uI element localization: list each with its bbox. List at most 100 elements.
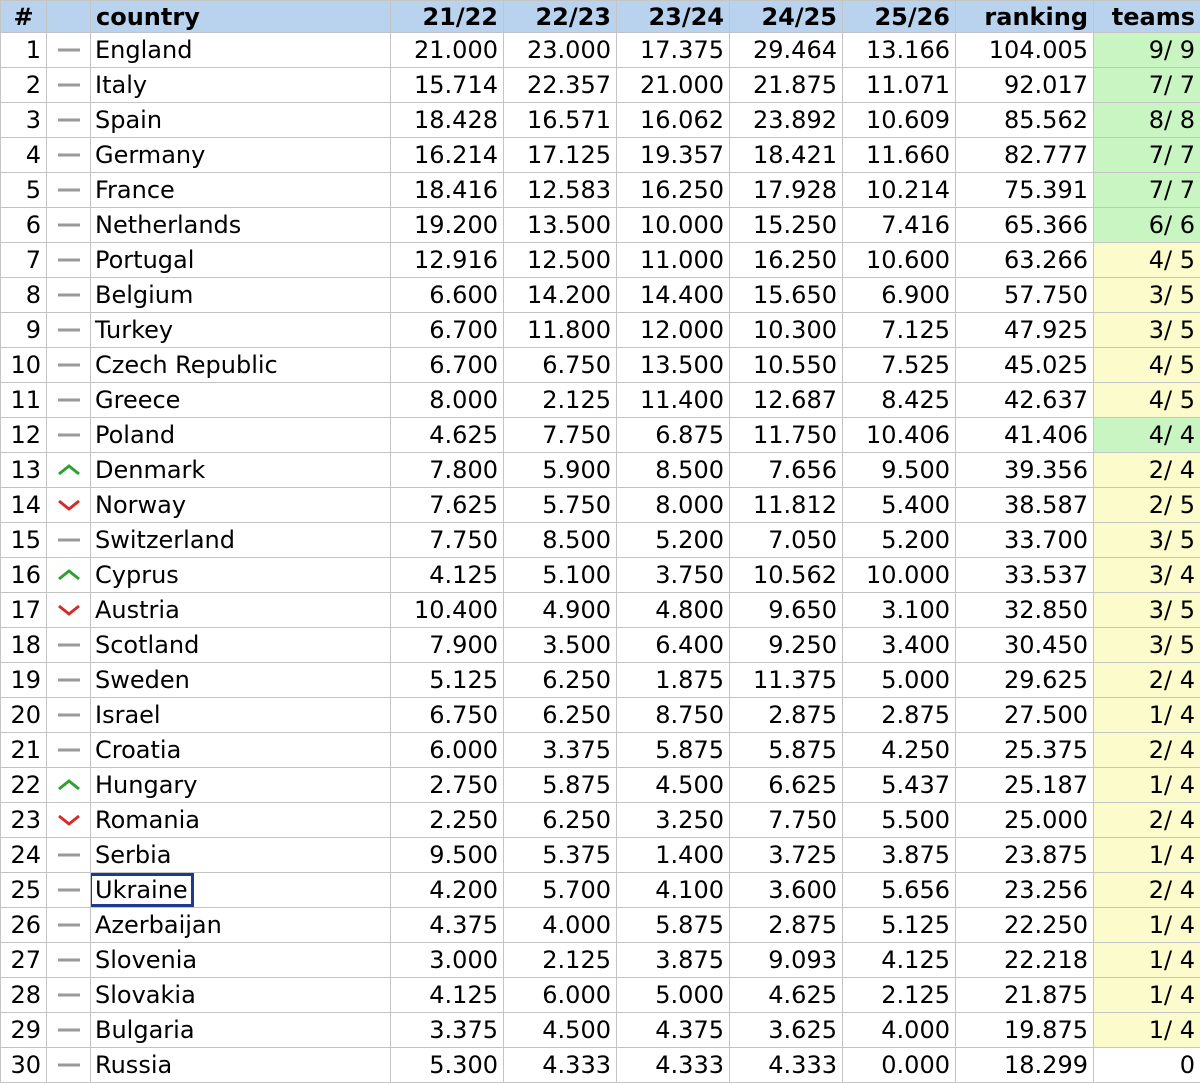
table-row[interactable]: 28 Slovakia 4.125 6.000 5.000 4.625 2.125 21.87…	[0, 977, 1200, 1013]
trend-same-icon	[57, 923, 80, 927]
season-25-26-cell: 10.609	[842, 102, 956, 138]
ranking-cell: 29.625	[955, 662, 1094, 698]
country-name[interactable]: Belgium	[95, 281, 193, 309]
teams-cell: 4/ 5	[1093, 347, 1200, 383]
table-row[interactable]: 24 Serbia 9.500 5.375 1.400 3.725 3.875 23.875 1…	[0, 837, 1200, 873]
country-name[interactable]: Greece	[95, 386, 180, 414]
header-trend	[46, 0, 91, 33]
country-name[interactable]: Croatia	[95, 736, 181, 764]
country-name[interactable]: Serbia	[95, 841, 171, 869]
country-cell: Israel	[90, 697, 391, 733]
country-name[interactable]: Israel	[95, 701, 161, 729]
country-cell: Italy	[90, 67, 391, 103]
table-row[interactable]: 5 France 18.416 12.583 16.250 17.928 10.214 75.…	[0, 172, 1200, 208]
trend-same-icon	[57, 328, 80, 332]
trend-cell	[46, 172, 91, 208]
table-row[interactable]: 20 Israel 6.750 6.250 8.750 2.875 2.875 27.500 1…	[0, 697, 1200, 733]
table-row[interactable]: 23 Romania 2.250 6.250 3.250 7.750 5.500 25.000…	[0, 802, 1200, 838]
country-name[interactable]: Poland	[95, 421, 175, 449]
country-name[interactable]: Austria	[95, 596, 180, 624]
country-name[interactable]: Germany	[95, 141, 205, 169]
country-name[interactable]: Switzerland	[95, 526, 235, 554]
table-row[interactable]: 10 Czech Republic 6.700 6.750 13.500 10.550 7.…	[0, 347, 1200, 383]
table-row[interactable]: 30 Russia 5.300 4.333 4.333 4.333 0.000 18.299 0	[0, 1047, 1200, 1083]
country-name[interactable]: Turkey	[95, 316, 173, 344]
table-row[interactable]: 8 Belgium 6.600 14.200 14.400 15.650 6.900 57.7…	[0, 277, 1200, 313]
season-22-23-cell: 2.125	[503, 382, 617, 418]
trend-cell	[46, 67, 91, 103]
season-21-22-cell: 6.000	[390, 732, 504, 768]
table-row[interactable]: 9 Turkey 6.700 11.800 12.000 10.300 7.125 47.92…	[0, 312, 1200, 348]
season-24-25-cell: 15.650	[729, 277, 843, 313]
teams-cell: 0	[1093, 1047, 1200, 1083]
table-row[interactable]: 27 Slovenia 3.000 2.125 3.875 9.093 4.125 22.21…	[0, 942, 1200, 978]
table-row[interactable]: 22 Hungary 2.750 5.875 4.500 6.625 5.437 25.187…	[0, 767, 1200, 803]
table-row[interactable]: 15 Switzerland 7.750 8.500 5.200 7.050 5.200 33…	[0, 522, 1200, 558]
country-name[interactable]: Slovenia	[95, 946, 197, 974]
country-name[interactable]: Cyprus	[95, 561, 179, 589]
header-season-23-24[interactable]: 23/24	[616, 0, 730, 33]
season-25-26-cell: 3.100	[842, 592, 956, 628]
season-22-23-cell: 5.375	[503, 837, 617, 873]
trend-cell	[46, 1047, 91, 1083]
season-25-26-cell: 5.656	[842, 872, 956, 908]
country-name[interactable]: Italy	[95, 71, 147, 99]
table-row[interactable]: 11 Greece 8.000 2.125 11.400 12.687 8.425 42.63…	[0, 382, 1200, 418]
country-name[interactable]: England	[95, 36, 192, 64]
header-ranking[interactable]: ranking	[955, 0, 1094, 33]
header-rank[interactable]: #	[0, 0, 47, 33]
table-row[interactable]: 25 Ukraine 4.200 5.700 4.100 3.600 5.656 23.256…	[0, 872, 1200, 908]
country-name[interactable]: Czech Republic	[95, 351, 278, 379]
table-row[interactable]: 6 Netherlands 19.200 13.500 10.000 15.250 7.41…	[0, 207, 1200, 243]
table-row[interactable]: 4 Germany 16.214 17.125 19.357 18.421 11.660 82…	[0, 137, 1200, 173]
teams-cell: 1/ 4	[1093, 697, 1200, 733]
country-name[interactable]: Netherlands	[95, 211, 241, 239]
country-name[interactable]: Bulgaria	[95, 1016, 195, 1044]
trend-up-icon	[57, 464, 80, 476]
season-23-24-cell: 6.400	[616, 627, 730, 663]
table-row[interactable]: 13 Denmark 7.800 5.900 8.500 7.656 9.500 39.356…	[0, 452, 1200, 488]
table-row[interactable]: 12 Poland 4.625 7.750 6.875 11.750 10.406 41.40…	[0, 417, 1200, 453]
header-season-25-26[interactable]: 25/26	[842, 0, 956, 33]
header-country[interactable]: country	[90, 0, 391, 33]
table-row[interactable]: 19 Sweden 5.125 6.250 1.875 11.375 5.000 29.625…	[0, 662, 1200, 698]
table-row[interactable]: 16 Cyprus 4.125 5.100 3.750 10.562 10.000 33.53…	[0, 557, 1200, 593]
table-row[interactable]: 14 Norway 7.625 5.750 8.000 11.812 5.400 38.587…	[0, 487, 1200, 523]
table-row[interactable]: 17 Austria 10.400 4.900 4.800 9.650 3.100 32.85…	[0, 592, 1200, 628]
header-teams[interactable]: teams	[1093, 0, 1200, 33]
header-season-22-23[interactable]: 22/23	[503, 0, 617, 33]
table-row[interactable]: 2 Italy 15.714 22.357 21.000 21.875 11.071 92.0…	[0, 67, 1200, 103]
table-row[interactable]: 3 Spain 18.428 16.571 16.062 23.892 10.609 85.5…	[0, 102, 1200, 138]
country-name[interactable]: Hungary	[95, 771, 197, 799]
table-row[interactable]: 1 England 21.000 23.000 17.375 29.464 13.166 10…	[0, 32, 1200, 68]
country-name[interactable]: Portugal	[95, 246, 194, 274]
country-name[interactable]: Spain	[95, 106, 162, 134]
country-name[interactable]: Romania	[95, 806, 200, 834]
season-23-24-cell: 3.750	[616, 557, 730, 593]
header-season-24-25[interactable]: 24/25	[729, 0, 843, 33]
header-season-21-22[interactable]: 21/22	[390, 0, 504, 33]
country-name[interactable]: Sweden	[95, 666, 190, 694]
table-row[interactable]: 18 Scotland 7.900 3.500 6.400 9.250 3.400 30.45…	[0, 627, 1200, 663]
country-name[interactable]: Ukraine	[91, 873, 194, 907]
country-name[interactable]: France	[95, 176, 175, 204]
trend-same-icon	[57, 293, 80, 297]
country-name[interactable]: Scotland	[95, 631, 199, 659]
trend-cell	[46, 522, 91, 558]
country-cell: Turkey	[90, 312, 391, 348]
country-name[interactable]: Norway	[95, 491, 186, 519]
table-row[interactable]: 7 Portugal 12.916 12.500 11.000 16.250 10.600 6…	[0, 242, 1200, 278]
season-24-25-cell: 3.725	[729, 837, 843, 873]
country-name[interactable]: Slovakia	[95, 981, 196, 1009]
trend-same-icon	[57, 153, 80, 157]
country-name[interactable]: Azerbaijan	[95, 911, 222, 939]
table-row[interactable]: 29 Bulgaria 3.375 4.500 4.375 3.625 4.000 19.87…	[0, 1012, 1200, 1048]
table-row[interactable]: 21 Croatia 6.000 3.375 5.875 5.875 4.250 25.375…	[0, 732, 1200, 768]
rank-cell: 14	[0, 487, 47, 523]
country-name[interactable]: Denmark	[95, 456, 205, 484]
season-21-22-cell: 18.416	[390, 172, 504, 208]
season-24-25-cell: 3.600	[729, 872, 843, 908]
country-name[interactable]: Russia	[95, 1051, 172, 1079]
country-cell: Croatia	[90, 732, 391, 768]
table-row[interactable]: 26 Azerbaijan 4.375 4.000 5.875 2.875 5.125 22.…	[0, 907, 1200, 943]
